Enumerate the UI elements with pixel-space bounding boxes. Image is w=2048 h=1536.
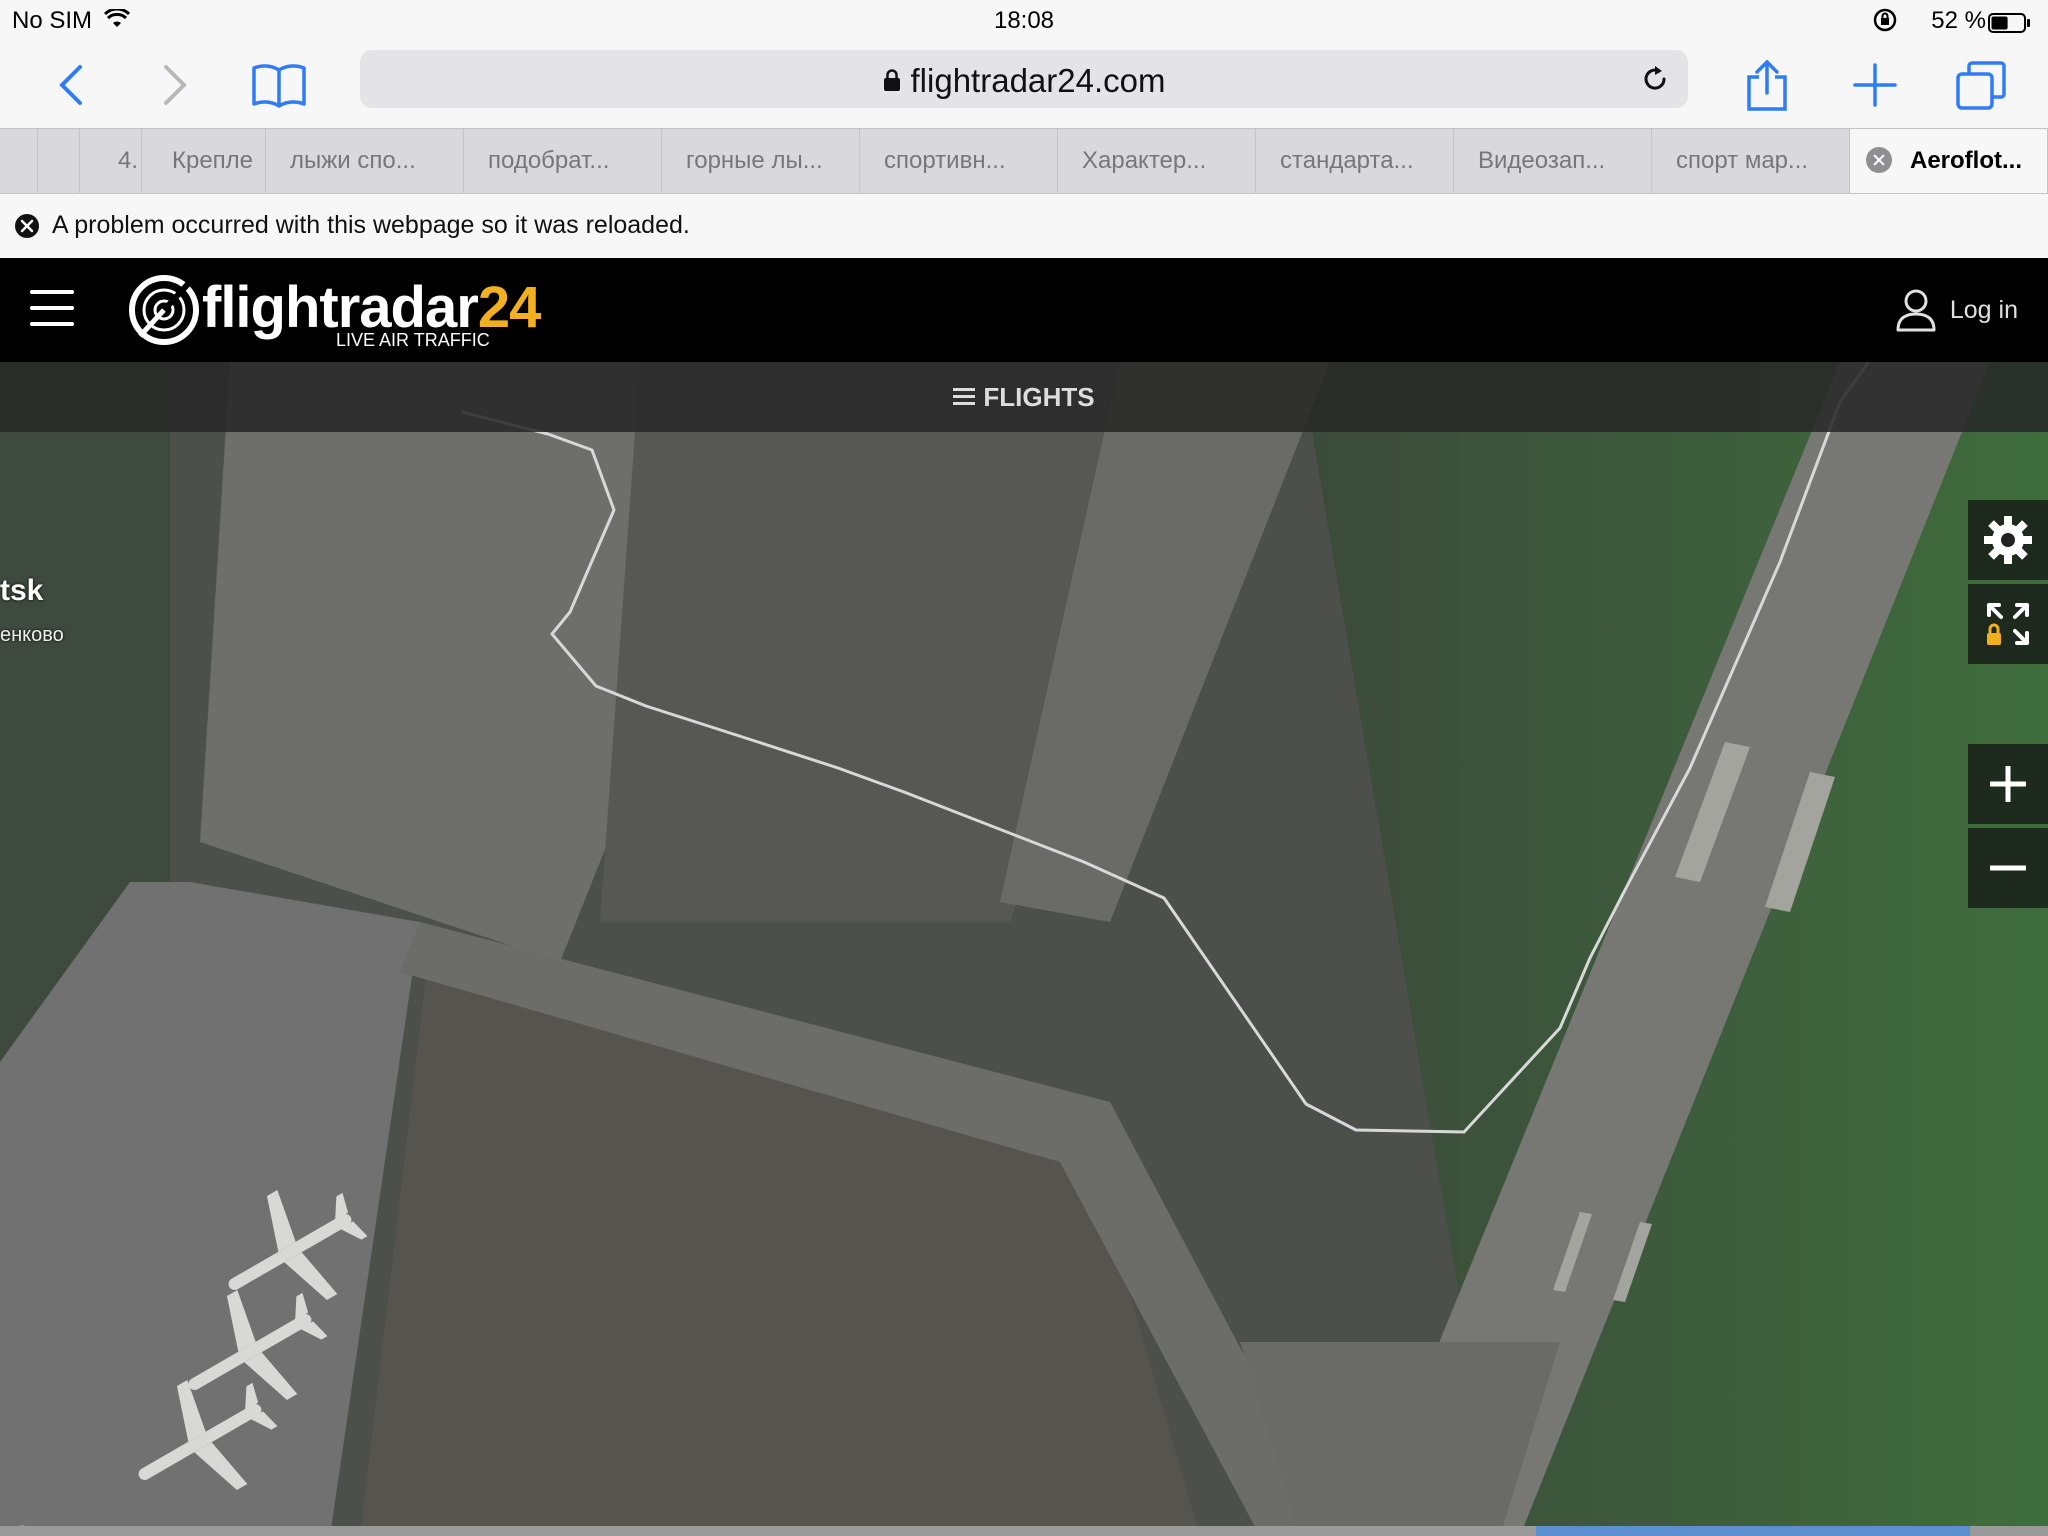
- tab[interactable]: [0, 129, 38, 193]
- tab[interactable]: горные лы...: [662, 129, 860, 193]
- tabs-icon: [1956, 61, 2006, 110]
- satellite-map: [0, 362, 2048, 1536]
- address-bar[interactable]: flightradar24.com: [360, 50, 1688, 108]
- tab[interactable]: Видеозап...: [1454, 129, 1652, 193]
- logo-tagline: LIVE AIR TRAFFIC: [336, 330, 490, 350]
- flights-label: FLIGHTS: [983, 381, 1095, 412]
- chevron-left-icon: [59, 65, 82, 105]
- book-icon: [252, 64, 306, 108]
- tab-strip: 4. Крепле лыжи спо... подобрат... горные…: [0, 128, 2048, 194]
- minus-icon: [1990, 865, 2026, 871]
- new-tab-button[interactable]: [1840, 50, 1910, 120]
- zoom-out-button[interactable]: [1968, 828, 2048, 908]
- back-button[interactable]: [36, 50, 106, 120]
- bookmarks-button[interactable]: [244, 50, 314, 120]
- tab[interactable]: 4.: [80, 129, 142, 193]
- reload-icon[interactable]: [1640, 64, 1670, 94]
- horizontal-scrollbar[interactable]: [0, 1526, 2048, 1536]
- login-button[interactable]: Log in: [1896, 288, 2018, 332]
- tab[interactable]: Крепле: [142, 129, 266, 193]
- login-label: Log in: [1949, 295, 2018, 324]
- browser-toolbar: flightradar24.com: [0, 42, 2048, 128]
- list-icon: [953, 388, 976, 406]
- map-place-label: енково: [0, 624, 64, 646]
- scrollbar-thumb[interactable]: [1536, 1526, 1970, 1536]
- zoom-in-button[interactable]: [1968, 744, 2048, 824]
- settings-button[interactable]: [1968, 500, 2048, 580]
- gear-icon: [1984, 516, 2032, 564]
- plus-icon: [1990, 766, 2026, 802]
- forward-button[interactable]: [140, 50, 210, 120]
- radar-icon: [129, 275, 199, 345]
- site-header: flightradar24 LIVE AIR TRAFFIC Log in: [0, 258, 2048, 362]
- user-icon: [1896, 289, 1936, 332]
- notice-text: A problem occurred with this webpage so …: [52, 211, 690, 239]
- plus-icon: [1853, 63, 1897, 107]
- tab[interactable]: лыжи спо...: [266, 129, 464, 193]
- tab-active[interactable]: Aeroflot...: [1850, 129, 2048, 193]
- battery-icon: [1988, 12, 2030, 40]
- map-view[interactable]: tsk енково FLIGHTS: [0, 362, 2048, 1536]
- share-icon: [1747, 59, 1787, 111]
- orientation-lock-icon: [1872, 7, 1898, 40]
- tab[interactable]: спортивн...: [860, 129, 1058, 193]
- status-bar: No SIM 18:08 52 %: [0, 0, 2048, 42]
- battery-percent: 52 %: [1931, 7, 1986, 34]
- map-city-label: tsk: [0, 574, 44, 607]
- clock: 18:08: [993, 7, 1055, 34]
- expand-icon: [1987, 603, 2029, 645]
- share-button[interactable]: [1732, 50, 1802, 120]
- tab[interactable]: подобрат...: [464, 129, 662, 193]
- tabs-overview-button[interactable]: [1946, 50, 2016, 120]
- flights-toggle[interactable]: FLIGHTS: [0, 362, 2048, 432]
- tab[interactable]: Характер...: [1058, 129, 1256, 193]
- close-notice-icon[interactable]: [14, 213, 40, 246]
- reload-notice: A problem occurred with this webpage so …: [0, 194, 2048, 258]
- tab[interactable]: стандарта...: [1256, 129, 1454, 193]
- tab[interactable]: спорт мар...: [1652, 129, 1850, 193]
- url-text: flightradar24.com: [910, 62, 1166, 99]
- hamburger-menu-button[interactable]: [28, 288, 76, 328]
- fullscreen-lock-button[interactable]: [1968, 584, 2048, 664]
- close-tab-icon[interactable]: [1866, 146, 1892, 173]
- tab[interactable]: [38, 129, 80, 193]
- lock-icon: [883, 69, 900, 92]
- chevron-right-icon: [164, 65, 187, 105]
